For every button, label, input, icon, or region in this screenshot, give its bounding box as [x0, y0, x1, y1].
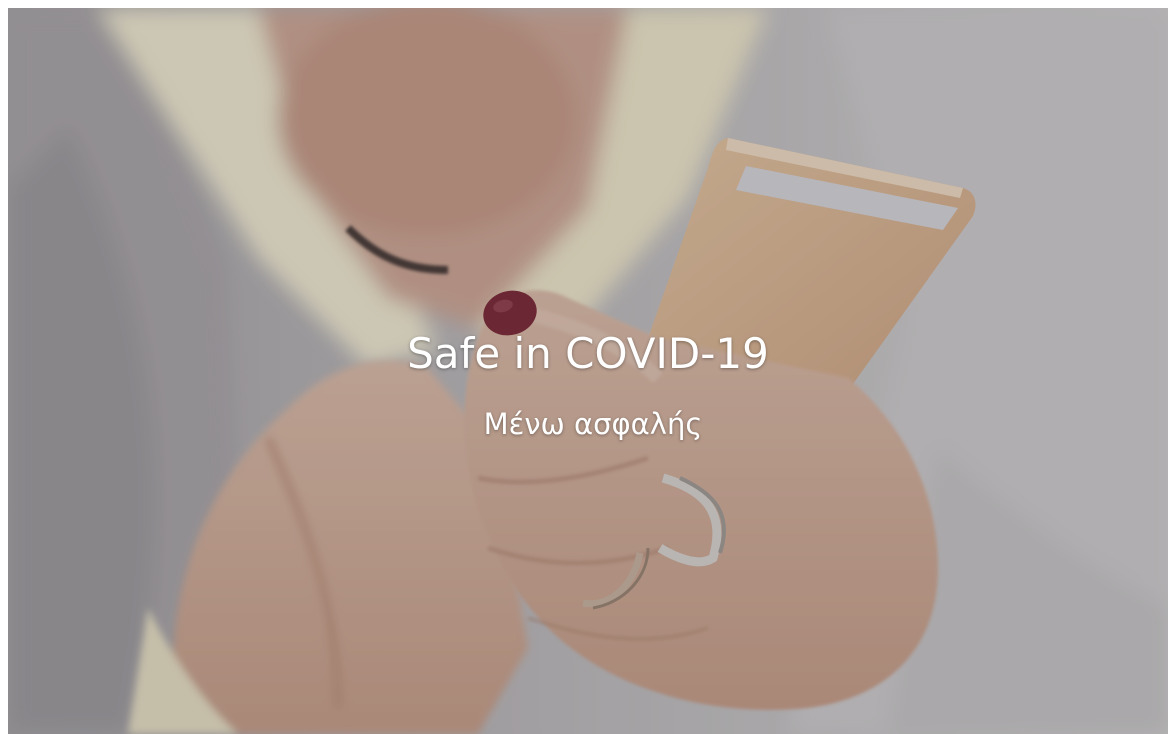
slide-frame: Safe in COVID-19 Μένω ασφαλής [8, 8, 1168, 734]
title-block: Safe in COVID-19 Μένω ασφαλής [8, 326, 1168, 444]
slide-subtitle: Μένω ασφαλής [483, 407, 703, 441]
slide-title: Safe in COVID-19 [407, 329, 769, 378]
